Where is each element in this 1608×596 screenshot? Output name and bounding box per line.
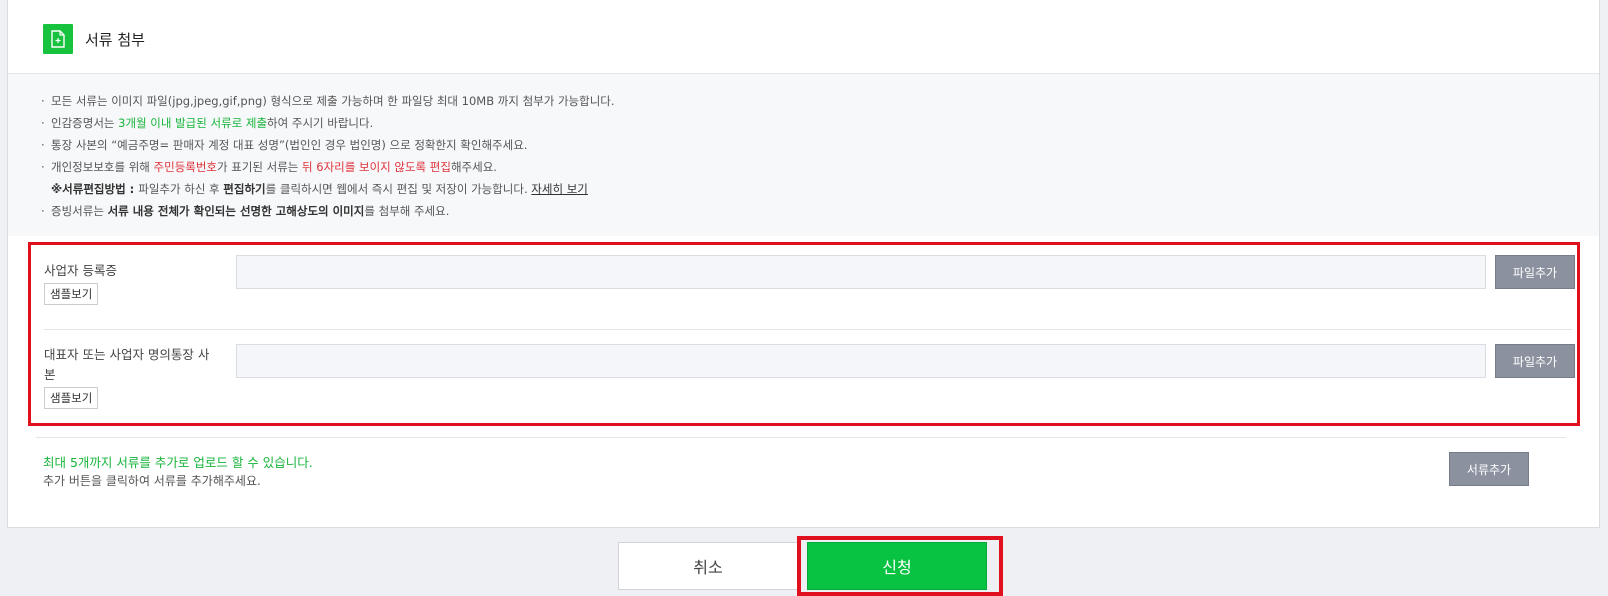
section-title: 서류 첨부 [85, 30, 145, 49]
sample-view-button[interactable]: 샘플보기 [44, 283, 99, 305]
notice-box: · 모든 서류는 이미지 파일(jpg,jpeg,gif,png) 형식으로 제출… [8, 74, 1599, 236]
notice-line: · 모든 서류는 이미지 파일(jpg,jpeg,gif,png) 형식으로 제출… [41, 94, 615, 108]
add-instruction-note: 추가 버튼을 클릭하여 서류를 추가해주세요. [43, 474, 261, 488]
section-header: 서류 첨부 [43, 24, 145, 54]
add-document-button[interactable]: 서류추가 [1449, 452, 1529, 486]
file-path-field[interactable] [236, 344, 1486, 378]
sample-view-button[interactable]: 샘플보기 [44, 387, 99, 409]
upload-label: 사업자 등록증 [44, 263, 117, 278]
upload-highlight-box: 사업자 등록증 샘플보기 파일추가 대표자 또는 사업자 명의통장 사본 샘플보… [28, 242, 1580, 426]
file-path-field[interactable] [236, 255, 1486, 289]
add-file-button[interactable]: 파일추가 [1495, 255, 1575, 289]
details-link[interactable]: 자세히 보기 [531, 182, 588, 196]
document-add-icon [43, 24, 73, 54]
upload-label: 대표자 또는 사업자 명의통장 사본 [44, 347, 210, 382]
notice-line: · 통장 사본의 “예금주명= 판매자 계정 대표 성명”(법인인 경우 법인명)… [41, 138, 528, 152]
add-limit-note: 최대 5개까지 서류를 추가로 업로드 할 수 있습니다. [43, 455, 313, 470]
notice-line: · 증빙서류는 서류 내용 전체가 확인되는 선명한 고해상도의 이미지를 첨부해… [41, 204, 450, 218]
add-section-divider [36, 437, 1566, 438]
submit-highlight-box: 신청 [797, 536, 1003, 596]
submit-button[interactable]: 신청 [807, 542, 987, 590]
add-file-button[interactable]: 파일추가 [1495, 344, 1575, 378]
notice-line: ※서류편집방법 : 파일추가 하신 후 편집하기를 클릭하시면 웹에서 즉시 편… [51, 182, 588, 196]
row-divider [44, 329, 1572, 330]
cancel-button[interactable]: 취소 [618, 542, 798, 590]
notice-line: · 인감증명서는 3개월 이내 발급된 서류로 제출하여 주시기 바랍니다. [41, 116, 374, 130]
notice-line: · 개인정보보호를 위해 주민등록번호가 표기된 서류는 뒤 6자리를 보이지 않… [41, 160, 497, 174]
